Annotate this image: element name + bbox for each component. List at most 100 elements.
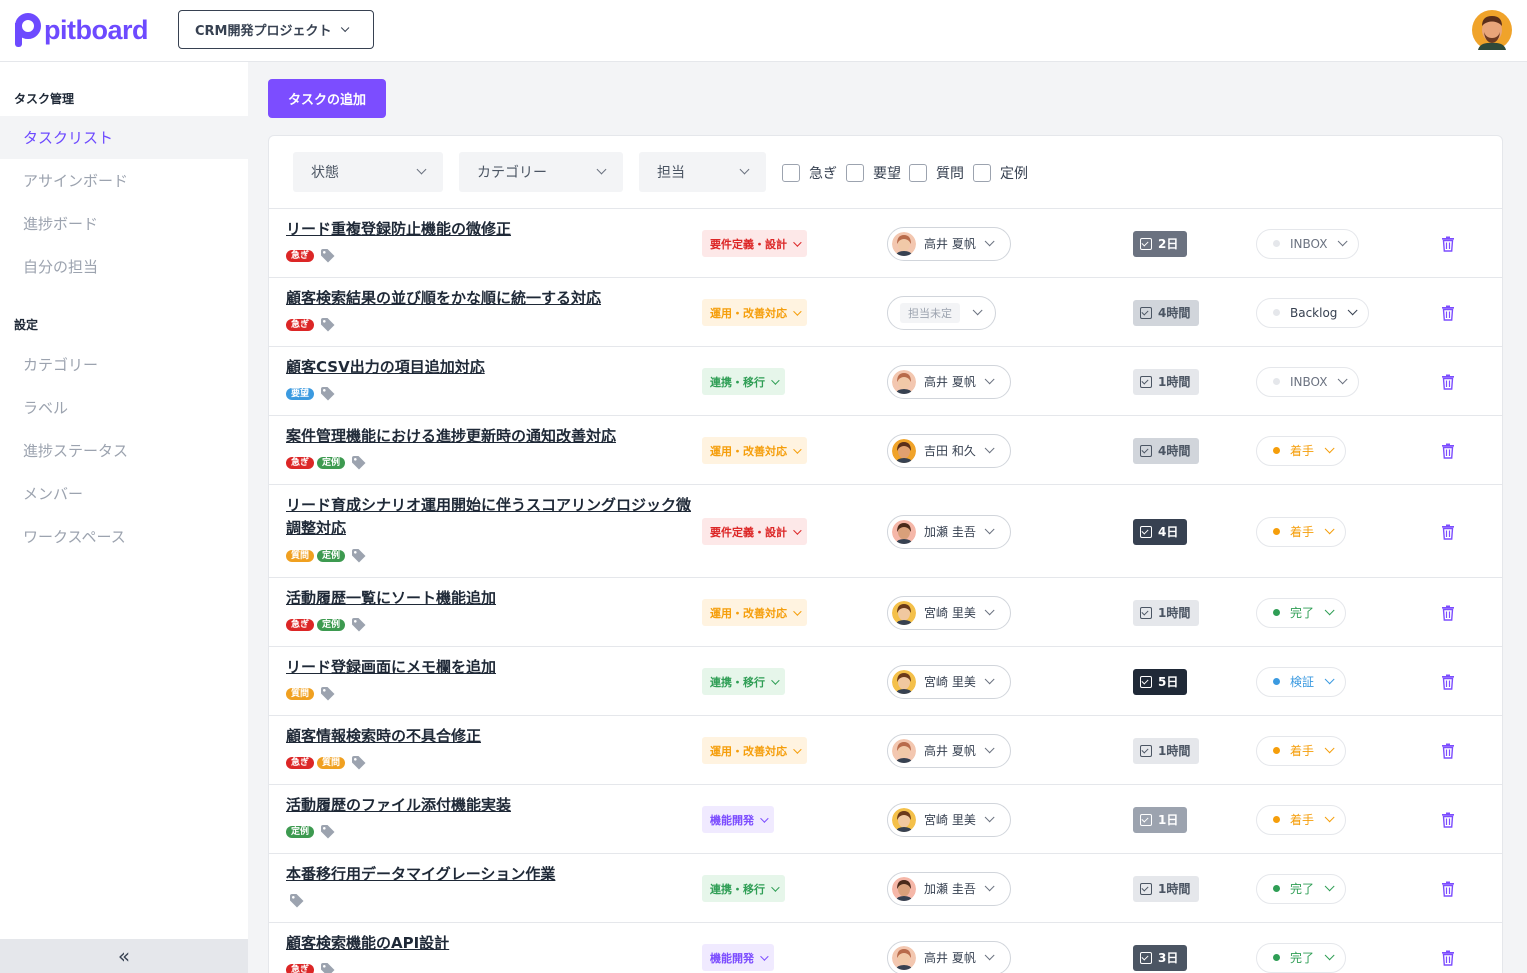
assignee-select[interactable]: 宮崎 里美 bbox=[887, 664, 1011, 699]
task-title-link[interactable]: 本番移行用データマイグレーション作業 bbox=[286, 863, 691, 886]
delete-icon[interactable] bbox=[1441, 236, 1455, 252]
category-select[interactable]: 運用・改善対応 bbox=[702, 599, 807, 626]
delete-icon[interactable] bbox=[1441, 881, 1455, 897]
delete-icon[interactable] bbox=[1441, 305, 1455, 321]
sidebar-item-progress-status[interactable]: 進捗ステータス bbox=[0, 429, 248, 472]
tag-icon[interactable] bbox=[351, 618, 367, 632]
task-title-link[interactable]: 顧客検索結果の並び順をかな順に統一する対応 bbox=[286, 287, 691, 310]
status-select[interactable]: 着手 bbox=[1256, 735, 1347, 766]
tag-icon[interactable] bbox=[351, 756, 367, 770]
status-select[interactable]: 検証 bbox=[1256, 666, 1347, 697]
regular-checkbox[interactable]: 定例 bbox=[973, 163, 1028, 183]
assignee-select[interactable]: 吉田 和久 bbox=[887, 433, 1011, 468]
category-select[interactable]: 運用・改善対応 bbox=[702, 437, 807, 464]
delete-icon[interactable] bbox=[1441, 674, 1455, 690]
assignee-select[interactable]: 宮崎 里美 bbox=[887, 802, 1011, 837]
checkbox-box[interactable] bbox=[909, 164, 927, 182]
task-title-link[interactable]: 顧客情報検索時の不具合修正 bbox=[286, 725, 691, 748]
category-select[interactable]: 運用・改善対応 bbox=[702, 737, 807, 764]
estimate-badge[interactable]: 1時間 bbox=[1133, 599, 1200, 626]
assignee-select[interactable]: 高井 夏帆 bbox=[887, 226, 1011, 261]
status-select[interactable]: 完了 bbox=[1256, 597, 1347, 628]
delete-icon[interactable] bbox=[1441, 743, 1455, 759]
pitboard-logo[interactable]: pitboard bbox=[15, 12, 149, 48]
sidebar-item-labels[interactable]: ラベル bbox=[0, 386, 248, 429]
assignee-select[interactable]: 加瀬 圭吾 bbox=[887, 871, 1011, 906]
estimate-badge[interactable]: 1時間 bbox=[1133, 875, 1200, 902]
status-select[interactable]: 着手 bbox=[1256, 435, 1347, 466]
estimate-badge[interactable]: 4時間 bbox=[1133, 299, 1200, 326]
checkbox-box[interactable] bbox=[782, 164, 800, 182]
status-select[interactable]: Backlog bbox=[1256, 297, 1370, 328]
category-select[interactable]: 機能開発 bbox=[702, 806, 774, 833]
tag-icon[interactable] bbox=[320, 963, 336, 973]
tag-icon[interactable] bbox=[320, 249, 336, 263]
category-filter[interactable]: カテゴリー bbox=[459, 152, 623, 192]
assignee-select[interactable]: 高井 夏帆 bbox=[887, 364, 1011, 399]
sidebar-item-categories[interactable]: カテゴリー bbox=[0, 343, 248, 386]
delete-icon[interactable] bbox=[1441, 443, 1455, 459]
tag-icon[interactable] bbox=[320, 687, 336, 701]
tag-icon[interactable] bbox=[289, 894, 305, 908]
category-select[interactable]: 連携・移行 bbox=[702, 668, 785, 695]
request-checkbox[interactable]: 要望 bbox=[846, 163, 901, 183]
status-select[interactable]: 完了 bbox=[1256, 873, 1347, 904]
task-title-link[interactable]: 顧客CSV出力の項目追加対応 bbox=[286, 356, 691, 379]
estimate-badge[interactable]: 4日 bbox=[1133, 518, 1188, 545]
delete-icon[interactable] bbox=[1441, 374, 1455, 390]
assignee-filter[interactable]: 担当 bbox=[639, 152, 766, 192]
estimate-badge[interactable]: 1日 bbox=[1133, 806, 1188, 833]
checkbox-box[interactable] bbox=[973, 164, 991, 182]
assignee-select[interactable]: 担当未定 bbox=[887, 295, 996, 330]
task-title-link[interactable]: リード育成シナリオ運用開始に伴うスコアリングロジック微調整対応 bbox=[286, 494, 691, 540]
sidebar-item-progress-board[interactable]: 進捗ボード bbox=[0, 202, 248, 245]
sidebar-item-assign-board[interactable]: アサインボード bbox=[0, 159, 248, 202]
question-checkbox[interactable]: 質問 bbox=[909, 163, 964, 183]
delete-icon[interactable] bbox=[1441, 524, 1455, 540]
task-title-link[interactable]: リード登録画面にメモ欄を追加 bbox=[286, 656, 691, 679]
tag-icon[interactable] bbox=[320, 387, 336, 401]
delete-icon[interactable] bbox=[1441, 605, 1455, 621]
urgent-checkbox[interactable]: 急ぎ bbox=[782, 163, 837, 183]
category-select[interactable]: 連携・移行 bbox=[702, 875, 785, 902]
task-title-link[interactable]: 案件管理機能における進捗更新時の通知改善対応 bbox=[286, 425, 691, 448]
assignee-select[interactable]: 高井 夏帆 bbox=[887, 733, 1011, 768]
task-title-link[interactable]: 活動履歴一覧にソート機能追加 bbox=[286, 587, 691, 610]
sidebar-item-task-list[interactable]: タスクリスト bbox=[0, 116, 248, 159]
status-select[interactable]: INBOX bbox=[1256, 366, 1360, 397]
status-select[interactable]: 着手 bbox=[1256, 804, 1347, 835]
status-select[interactable]: INBOX bbox=[1256, 228, 1360, 259]
delete-icon[interactable] bbox=[1441, 812, 1455, 828]
task-title-link[interactable]: 活動履歴のファイル添付機能実装 bbox=[286, 794, 691, 817]
assignee-select[interactable]: 宮崎 里美 bbox=[887, 595, 1011, 630]
sidebar-item-members[interactable]: メンバー bbox=[0, 472, 248, 515]
estimate-badge[interactable]: 2日 bbox=[1133, 230, 1188, 257]
tag-icon[interactable] bbox=[351, 549, 367, 563]
estimate-badge[interactable]: 1時間 bbox=[1133, 737, 1200, 764]
checkbox-box[interactable] bbox=[846, 164, 864, 182]
category-select[interactable]: 要件定義・設計 bbox=[702, 518, 807, 545]
status-select[interactable]: 着手 bbox=[1256, 516, 1347, 547]
task-title-link[interactable]: リード重複登録防止機能の微修正 bbox=[286, 218, 691, 241]
tag-icon[interactable] bbox=[351, 456, 367, 470]
task-title-link[interactable]: 顧客検索機能のAPI設計 bbox=[286, 932, 691, 955]
user-avatar[interactable] bbox=[1472, 10, 1512, 50]
category-select[interactable]: 機能開発 bbox=[702, 944, 774, 971]
estimate-badge[interactable]: 3日 bbox=[1133, 944, 1188, 971]
assignee-select[interactable]: 高井 夏帆 bbox=[887, 940, 1011, 973]
estimate-badge[interactable]: 5日 bbox=[1133, 668, 1188, 695]
category-select[interactable]: 連携・移行 bbox=[702, 368, 785, 395]
estimate-badge[interactable]: 4時間 bbox=[1133, 437, 1200, 464]
assignee-select[interactable]: 加瀬 圭吾 bbox=[887, 514, 1011, 549]
project-selector[interactable]: CRM開発プロジェクト bbox=[178, 10, 374, 49]
add-task-button[interactable]: タスクの追加 bbox=[268, 79, 386, 118]
tag-icon[interactable] bbox=[320, 318, 336, 332]
sidebar-item-my-tasks[interactable]: 自分の担当 bbox=[0, 245, 248, 288]
category-select[interactable]: 運用・改善対応 bbox=[702, 299, 807, 326]
estimate-badge[interactable]: 1時間 bbox=[1133, 368, 1200, 395]
sidebar-collapse-button[interactable]: « bbox=[0, 939, 248, 973]
delete-icon[interactable] bbox=[1441, 950, 1455, 966]
tag-icon[interactable] bbox=[320, 825, 336, 839]
status-filter[interactable]: 状態 bbox=[293, 152, 443, 192]
status-select[interactable]: 完了 bbox=[1256, 942, 1347, 973]
